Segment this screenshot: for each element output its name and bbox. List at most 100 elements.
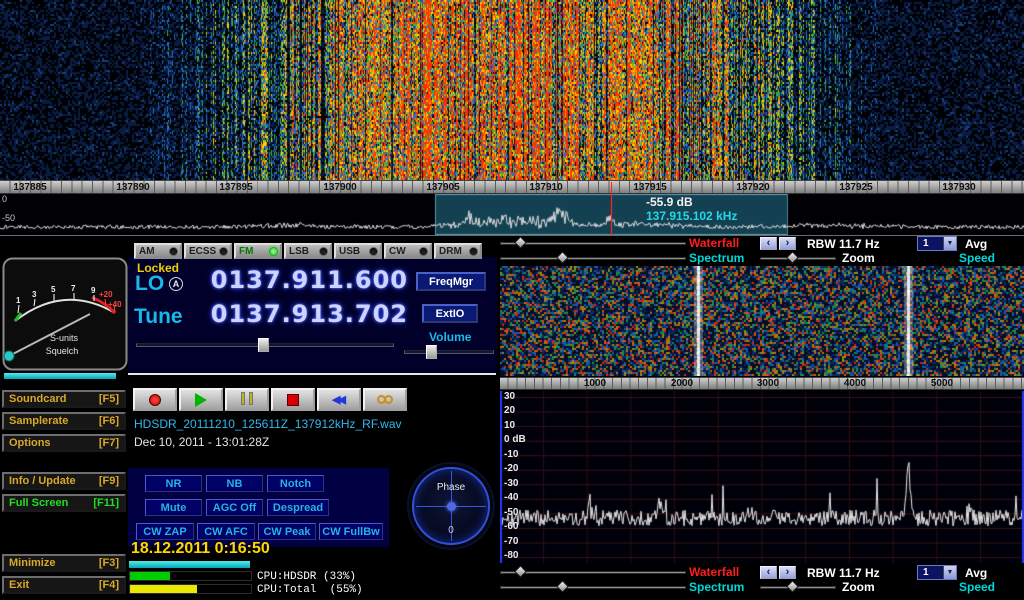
mode-button-lsb[interactable]: LSB xyxy=(284,243,332,259)
tune-slider[interactable] xyxy=(136,337,394,353)
mode-button-cw[interactable]: CW xyxy=(384,243,432,259)
slider-thumb[interactable] xyxy=(426,345,437,359)
freq-tick-label: 137885 xyxy=(8,182,52,193)
speed-label: Speed xyxy=(959,580,995,594)
audio-frequency-scale[interactable]: 1000 2000 3000 4000 5000 xyxy=(500,377,1024,390)
minimize-button[interactable]: Minimize[F3] xyxy=(2,554,126,572)
slider-thumb[interactable] xyxy=(786,251,799,264)
button-label: Options xyxy=(9,437,51,449)
shift-right-button[interactable]: › xyxy=(779,237,796,250)
nb-button[interactable]: NB xyxy=(206,475,263,492)
db-tick-label: -60 xyxy=(504,521,538,532)
slider-thumb[interactable] xyxy=(556,251,569,264)
db-tick-label: -50 xyxy=(504,507,538,518)
despread-button[interactable]: Despread xyxy=(267,499,329,516)
mode-button-am[interactable]: AM xyxy=(134,243,182,259)
transport-divider xyxy=(128,373,496,375)
slider-thumb[interactable] xyxy=(514,565,527,578)
rewind-button[interactable]: ◀◀ xyxy=(317,388,361,411)
frequency-scale[interactable]: 137885 137890 137895 137900 137905 13791… xyxy=(0,180,1024,194)
slider-thumb[interactable] xyxy=(258,338,269,352)
tune-label[interactable]: Tune xyxy=(134,305,183,329)
spectrum-axis-label: 0 xyxy=(2,194,7,204)
db-tick-label: -80 xyxy=(504,550,538,561)
audio-waterfall-display[interactable] xyxy=(500,266,1024,376)
db-tick-label: -30 xyxy=(504,478,538,489)
samplerate-button[interactable]: Samplerate[F6] xyxy=(2,412,126,430)
audio-freq-tick: 1000 xyxy=(573,378,617,389)
lo-label[interactable]: LO xyxy=(135,272,164,296)
speed-value: 1 xyxy=(918,237,943,250)
freqmgr-button[interactable]: FreqMgr xyxy=(416,272,486,291)
slider-thumb[interactable] xyxy=(786,580,799,593)
squelch-label[interactable]: Squelch xyxy=(46,346,79,356)
squelch-knob[interactable] xyxy=(4,351,14,361)
volume-slider[interactable] xyxy=(404,344,494,360)
spectrum-range-slider[interactable] xyxy=(500,581,686,593)
avg-label: Avg xyxy=(965,566,987,580)
slider-thumb[interactable] xyxy=(514,236,527,249)
shift-left-button[interactable]: ‹ xyxy=(760,237,777,250)
exit-button[interactable]: Exit[F4] xyxy=(2,576,126,594)
agc-button[interactable]: AGC Off xyxy=(206,499,263,516)
main-spectrum-display[interactable]: 0 -50 -55.9 dB 137.915.102 kHz xyxy=(0,194,1024,235)
squelch-level-bar[interactable] xyxy=(4,373,116,379)
waterfall-brightness-slider[interactable] xyxy=(500,566,686,578)
audio-freq-tick: 3000 xyxy=(746,378,790,389)
lo-lock-button[interactable]: A xyxy=(169,277,183,291)
slider-thumb[interactable] xyxy=(556,580,569,593)
mode-button-drm[interactable]: DRM xyxy=(434,243,482,259)
pause-icon xyxy=(239,392,255,408)
s-meter[interactable]: 1 3 5 7 9 +20 +40 S-units Squelch xyxy=(2,257,128,371)
speed-dropdown[interactable]: 1▼ xyxy=(917,565,957,580)
mode-label: DRM xyxy=(439,246,462,257)
notch-button[interactable]: Notch xyxy=(267,475,324,492)
info-update-button[interactable]: Info / Update[F9] xyxy=(2,472,126,490)
slider-track xyxy=(500,242,686,245)
full-screen-button[interactable]: Full Screen[F11] xyxy=(2,494,126,512)
shift-left-button[interactable]: ‹ xyxy=(760,566,777,579)
cursor-frequency-readout: 137.915.102 kHz xyxy=(646,209,737,223)
zoom-slider[interactable] xyxy=(760,252,836,264)
shift-right-button[interactable]: › xyxy=(779,566,796,579)
button-label: Samplerate xyxy=(9,415,68,427)
pause-button[interactable] xyxy=(225,388,269,411)
cw-afc-button[interactable]: CW AFC xyxy=(197,523,255,540)
record-button[interactable] xyxy=(133,388,177,411)
nr-button[interactable]: NR xyxy=(145,475,202,492)
stop-button[interactable] xyxy=(271,388,315,411)
audio-spectrum-display[interactable] xyxy=(500,391,1024,563)
speed-dropdown[interactable]: 1▼ xyxy=(917,236,957,251)
button-label: Info / Update xyxy=(9,475,76,487)
lo-frequency-display[interactable]: 0137.911.600 xyxy=(186,266,408,294)
waterfall-label: Waterfall xyxy=(689,565,739,579)
cw-fullbw-button[interactable]: CW FullBw xyxy=(319,523,383,540)
extio-button[interactable]: ExtIO xyxy=(422,304,478,323)
hotkey-label: [F7] xyxy=(99,437,119,449)
mode-label: USB xyxy=(339,246,360,257)
mode-led-icon xyxy=(420,248,427,255)
main-waterfall-display[interactable] xyxy=(0,0,1024,180)
button-label: Soundcard xyxy=(9,393,66,405)
mode-button-fm[interactable]: FM xyxy=(234,243,282,259)
cpu-total-text: CPU:Total (55%) xyxy=(257,584,363,596)
audio-freq-tick: 2000 xyxy=(660,378,704,389)
mode-button-usb[interactable]: USB xyxy=(334,243,382,259)
options-button[interactable]: Options [F7] xyxy=(2,434,126,452)
play-button[interactable] xyxy=(179,388,223,411)
waterfall-brightness-slider[interactable] xyxy=(500,237,686,249)
freq-tick-label: 137905 xyxy=(421,182,465,193)
spectrum-range-slider[interactable] xyxy=(500,252,686,264)
tune-frequency-display[interactable]: 0137.913.702 xyxy=(186,300,408,328)
loop-button[interactable] xyxy=(363,388,407,411)
mode-button-ecss[interactable]: ECSS xyxy=(184,243,232,259)
mute-button[interactable]: Mute xyxy=(145,499,202,516)
slider-track xyxy=(500,257,686,260)
mode-led-icon xyxy=(270,248,277,255)
zoom-slider[interactable] xyxy=(760,581,836,593)
cw-zap-button[interactable]: CW ZAP xyxy=(136,523,194,540)
phase-value: 0 xyxy=(414,525,488,536)
audio-freq-tick: 4000 xyxy=(833,378,877,389)
cw-peak-button[interactable]: CW Peak xyxy=(258,523,316,540)
soundcard-button[interactable]: Soundcard[F5] xyxy=(2,390,126,408)
